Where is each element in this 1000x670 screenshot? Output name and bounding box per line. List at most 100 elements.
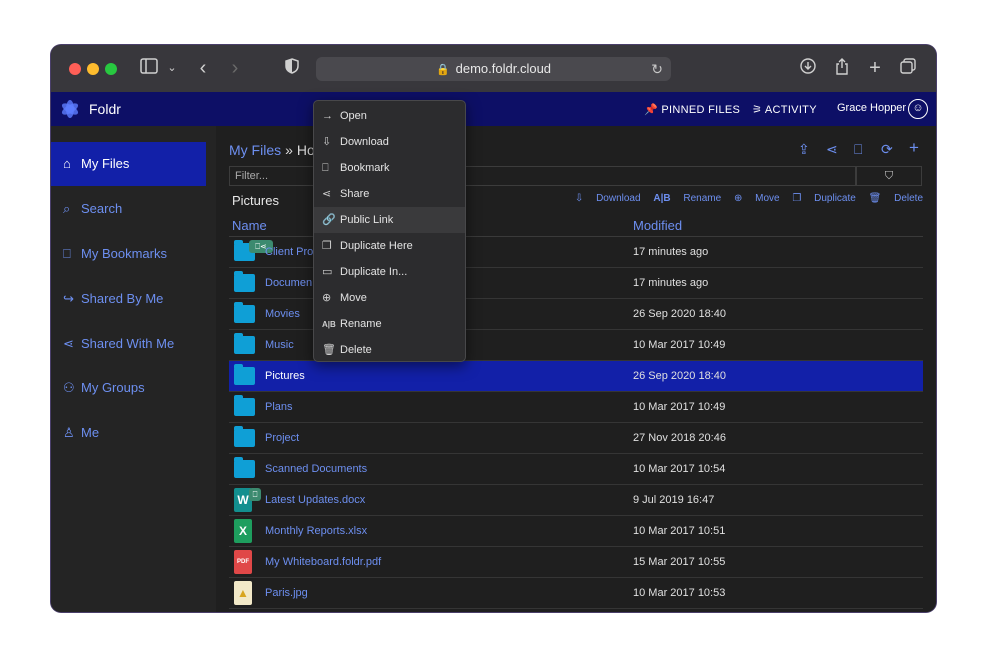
duplicate-icon: ❐	[322, 240, 332, 252]
breadcrumb-root-link[interactable]: My Files	[229, 142, 281, 158]
file-name[interactable]: Latest Updates.docx	[265, 494, 365, 506]
file-modified: 26 Sep 2020 18:40	[633, 308, 726, 320]
file-name[interactable]: Plans	[265, 401, 293, 413]
file-modified: 10 Mar 2017 10:53	[633, 587, 726, 599]
table-row[interactable]: Scanned Documents 10 Mar 2017 10:54	[229, 454, 923, 485]
shield-icon[interactable]	[283, 58, 301, 80]
table-row[interactable]: W ⎕ Latest Updates.docx 9 Jul 2019 16:47	[229, 485, 923, 516]
forward-icon[interactable]: ›	[227, 58, 243, 78]
table-row-selected[interactable]: Pictures 26 Sep 2020 18:40	[229, 361, 923, 392]
move-action[interactable]: ⊕ Move	[734, 193, 780, 204]
menu-item-share[interactable]: ⋖ Share	[314, 181, 465, 207]
file-name[interactable]: Project	[265, 432, 299, 444]
share-sheet-icon[interactable]	[833, 58, 851, 81]
folder-icon	[234, 364, 255, 385]
sidebar-toggle-icon[interactable]	[139, 58, 159, 80]
sidebar-item-search[interactable]: ⌕ Search	[51, 187, 206, 231]
delete-action[interactable]: 🗑 Delete	[869, 193, 923, 204]
menu-item-label: Download	[340, 136, 389, 148]
menu-item-duplicate-here[interactable]: ❐ Duplicate Here	[314, 233, 465, 259]
sidebar-item-shared-with-me[interactable]: ⋖ Shared With Me	[51, 322, 206, 366]
table-row[interactable]: X Monthly Reports.xlsx 10 Mar 2017 10:51	[229, 516, 923, 547]
url-text: demo.foldr.cloud	[455, 61, 552, 76]
download-icon: ⇩	[322, 136, 332, 148]
menu-item-label: Public Link	[340, 214, 394, 226]
upload-icon[interactable]: ⇪	[798, 141, 810, 158]
file-name[interactable]: Monthly Reports.xlsx	[265, 525, 367, 537]
table-row[interactable]: Plans 10 Mar 2017 10:49	[229, 392, 923, 423]
share-icon[interactable]: ⋖	[826, 141, 838, 158]
file-modified: 9 Jul 2019 16:47	[633, 494, 715, 506]
address-bar[interactable]: 🔒 demo.foldr.cloud ↻	[316, 57, 671, 81]
download-icon[interactable]	[799, 58, 817, 80]
menu-item-open[interactable]: → Open	[314, 103, 465, 129]
bookmark-badge-icon: ⎕	[249, 488, 261, 501]
menu-item-public-link[interactable]: 🔗 Public Link	[314, 207, 465, 233]
rename-action[interactable]: A|B Rename	[653, 193, 721, 204]
menu-item-move[interactable]: ⊕ Move	[314, 285, 465, 311]
duplicate-action[interactable]: ❐ Duplicate	[792, 193, 855, 204]
menu-item-rename[interactable]: A|B Rename	[314, 311, 465, 337]
trash-icon: 🗑	[322, 344, 336, 356]
reload-icon[interactable]: ↻	[651, 57, 663, 81]
file-name[interactable]: Paris.jpg	[265, 587, 308, 599]
user-avatar-icon[interactable]: ☺	[908, 99, 928, 119]
excel-sheet-icon: X	[234, 519, 252, 543]
file-name[interactable]: Movies	[265, 308, 300, 320]
breadcrumb: My Files» Ho	[229, 142, 315, 158]
menu-item-bookmark[interactable]: ⎕ Bookmark	[314, 155, 465, 181]
rename-action-label: Rename	[683, 193, 722, 204]
file-modified: 26 Sep 2020 18:40	[633, 370, 726, 382]
sidebar-item-my-groups[interactable]: ⚇ My Groups	[51, 366, 206, 410]
refresh-icon[interactable]: ⟳	[881, 141, 893, 158]
file-name[interactable]: Client Pro	[265, 246, 313, 258]
file-name[interactable]: Documen	[265, 277, 312, 289]
pinned-files-link[interactable]: 📌 PINNED FILES	[644, 103, 740, 116]
image-file-icon: ▲	[234, 581, 252, 605]
download-action-label: Download	[596, 193, 641, 204]
sidebar-item-my-bookmarks[interactable]: ⎕ My Bookmarks	[51, 232, 206, 276]
back-icon[interactable]: ‹	[195, 58, 211, 78]
zoom-window-button[interactable]	[105, 63, 117, 75]
table-row[interactable]: ▲ Paris.jpg 10 Mar 2017 10:53	[229, 578, 923, 609]
chevron-down-icon[interactable]: ⌄	[165, 58, 179, 78]
filter-icon[interactable]: ⛉	[856, 166, 922, 186]
bookmark-icon[interactable]: ⎕	[854, 141, 862, 158]
file-name[interactable]: Music	[265, 339, 294, 351]
user-icon: ♙	[63, 425, 75, 440]
brand-name[interactable]: Foldr	[89, 101, 121, 117]
share-icon: ⋖	[63, 336, 74, 351]
table-row[interactable]: Project 27 Nov 2018 20:46	[229, 423, 923, 454]
file-modified: 17 minutes ago	[633, 246, 709, 258]
browser-toolbar: ⌄ ‹ › 🔒 demo.foldr.cloud ↻ +	[51, 45, 936, 92]
breadcrumb-separator: »	[285, 142, 293, 158]
menu-item-delete[interactable]: 🗑 Delete	[314, 337, 465, 363]
folder-icon	[234, 271, 255, 292]
foldr-logo-icon[interactable]	[59, 98, 81, 120]
menu-item-duplicate-in[interactable]: ▭ Duplicate In...	[314, 259, 465, 285]
column-header-modified[interactable]: Modified	[633, 218, 682, 233]
tabs-overview-icon[interactable]	[899, 58, 917, 80]
sidebar-item-me[interactable]: ♙ Me	[51, 411, 206, 455]
file-name[interactable]: My Whiteboard.foldr.pdf	[265, 556, 381, 568]
add-icon[interactable]: +	[909, 138, 919, 158]
activity-link[interactable]: ⚞ ACTIVITY	[752, 103, 817, 116]
file-name[interactable]: Scanned Documents	[265, 463, 367, 475]
menu-item-label: Share	[340, 188, 370, 200]
menu-item-label: Open	[340, 110, 367, 122]
app-header: Foldr 📌 PINNED FILES ⚞ ACTIVITY Grace Ho…	[51, 92, 936, 126]
file-modified: 10 Mar 2017 10:54	[633, 463, 726, 475]
download-action[interactable]: ⇩ Download	[575, 193, 641, 204]
menu-item-label: Move	[340, 292, 367, 304]
file-name[interactable]: Pictures	[265, 370, 305, 382]
sidebar-item-my-files[interactable]: ⌂ My Files	[51, 142, 206, 186]
table-row[interactable]: PDF My Whiteboard.foldr.pdf 15 Mar 2017 …	[229, 547, 923, 578]
menu-item-download[interactable]: ⇩ Download	[314, 129, 465, 155]
column-header-name[interactable]: Name	[232, 218, 267, 233]
minimize-window-button[interactable]	[87, 63, 99, 75]
close-window-button[interactable]	[69, 63, 81, 75]
new-tab-icon[interactable]: +	[866, 58, 884, 78]
user-name[interactable]: Grace Hopper	[837, 102, 906, 114]
menu-item-label: Duplicate In...	[340, 266, 408, 278]
sidebar-item-shared-by-me[interactable]: ↪ Shared By Me	[51, 277, 206, 321]
